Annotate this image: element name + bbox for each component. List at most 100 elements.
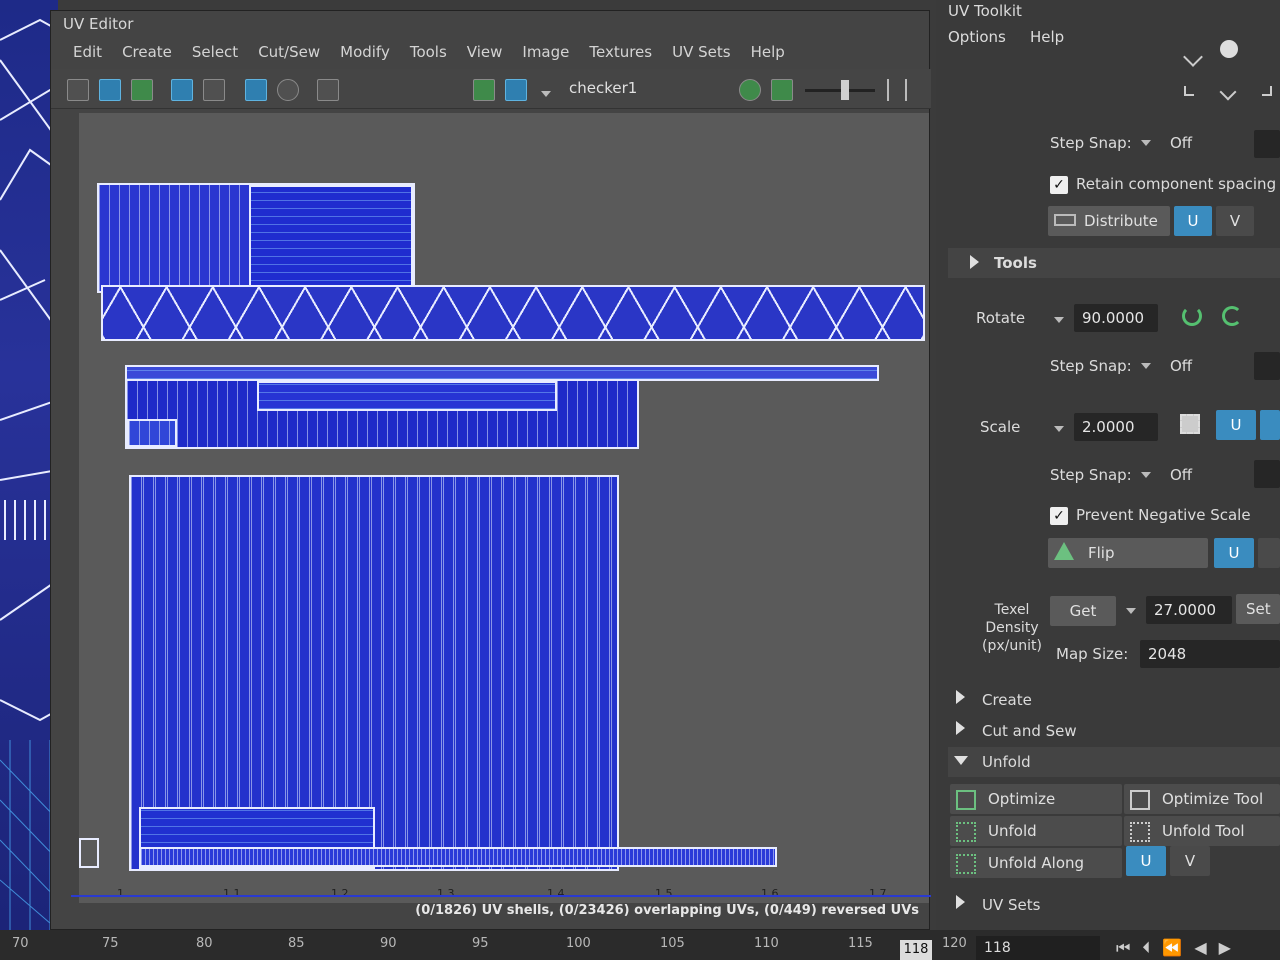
scale-v-button[interactable] [1260, 410, 1280, 440]
scale-step-snap-label: Step Snap: [1050, 466, 1132, 484]
menu-create[interactable]: Create [112, 37, 182, 67]
texel-value-field[interactable]: 27.0000 [1146, 596, 1232, 624]
texture-dropdown-arrow-icon[interactable] [541, 91, 551, 97]
menu-cut-sew[interactable]: Cut/Sew [248, 37, 330, 67]
ruler-label: 1.7 [869, 887, 887, 900]
prevent-negative-checkbox[interactable]: ✓ [1050, 507, 1068, 525]
distribute-u-button[interactable]: U [1174, 206, 1212, 236]
rotate-step-snap-dropdown-icon[interactable] [1141, 363, 1151, 369]
tools-expand-icon[interactable] [970, 255, 979, 269]
toolkit-menu-help[interactable]: Help [1030, 28, 1064, 46]
rotate-dropdown-icon[interactable] [1054, 317, 1064, 323]
texture-name[interactable]: checker1 [569, 79, 637, 97]
scale-value-field[interactable]: 2.0000 [1074, 413, 1158, 441]
scale-step-snap-dropdown-icon[interactable] [1141, 472, 1151, 478]
shaded-uv-icon[interactable] [171, 79, 193, 101]
gamma-icon[interactable] [771, 79, 793, 101]
unfold-collapse-icon[interactable] [954, 756, 968, 765]
step-snap-dropdown-icon[interactable] [1141, 140, 1151, 146]
scale-pivot-icon[interactable] [1180, 414, 1200, 434]
timeline-tick: 105 [660, 936, 685, 951]
uv-distortion-icon[interactable] [99, 79, 121, 101]
rotate-ccw-icon[interactable] [1182, 306, 1202, 326]
expand-icon[interactable] [887, 79, 907, 101]
chevron-down-icon[interactable] [1219, 83, 1237, 101]
scale-dropdown-icon[interactable] [1054, 426, 1064, 432]
step-snap-value[interactable]: Off [1170, 134, 1192, 152]
flip-v-button[interactable] [1258, 538, 1280, 568]
menu-image[interactable]: Image [512, 37, 579, 67]
rotate-value-field[interactable]: 90.0000 [1074, 304, 1158, 332]
menu-edit[interactable]: Edit [63, 37, 112, 67]
uv-editor-title: UV Editor [63, 15, 134, 33]
isolate-icon[interactable] [277, 79, 299, 101]
uv-shell[interactable] [127, 419, 177, 447]
flip-icon [1054, 542, 1074, 560]
texel-density-label: Texel Density (px/unit) [982, 602, 1042, 654]
uv-border-icon[interactable] [203, 79, 225, 101]
menu-select[interactable]: Select [182, 37, 248, 67]
menu-textures[interactable]: Textures [579, 37, 662, 67]
menu-modify[interactable]: Modify [330, 37, 400, 67]
status-divider [71, 895, 931, 897]
retain-spacing-checkbox[interactable]: ✓ [1050, 176, 1068, 194]
current-frame-marker[interactable]: 118 [900, 940, 932, 960]
exposure-slider-track[interactable] [805, 89, 875, 92]
uv-shell[interactable] [101, 285, 925, 341]
menu-help[interactable]: Help [741, 37, 795, 67]
menu-view[interactable]: View [457, 37, 513, 67]
unfold-along-u-button[interactable]: U [1126, 846, 1166, 876]
toolkit-menu-options[interactable]: Options [948, 28, 1006, 46]
rotate-step-field[interactable] [1254, 352, 1280, 380]
camera-icon[interactable] [317, 79, 339, 101]
uv-shell[interactable] [249, 185, 413, 291]
uv-shell[interactable] [79, 838, 99, 868]
unfold-section-label: Unfold [982, 753, 1031, 771]
uv-editor-window: UV Editor Edit Create Select Cut/Sew Mod… [50, 10, 931, 930]
move-down-right-icon[interactable] [1262, 86, 1272, 96]
texel-dropdown-icon[interactable] [1126, 608, 1136, 614]
uv-canvas[interactable]: 1 1.1 1.2 1.3 1.4 1.5 1.6 1.7 [79, 113, 929, 903]
step-snap-field[interactable] [1254, 130, 1280, 158]
timeline-tick: 115 [848, 936, 873, 951]
create-section-label[interactable]: Create [982, 691, 1032, 709]
pivot-icon[interactable] [1220, 40, 1238, 58]
timeline-tick: 75 [102, 936, 119, 951]
ruler-label: 1.1 [223, 887, 241, 900]
uv-shell[interactable] [139, 847, 777, 867]
uv-texture-icon[interactable] [131, 79, 153, 101]
exposure-icon[interactable] [739, 79, 761, 101]
checker-icon[interactable] [505, 79, 527, 101]
uv-shell[interactable] [257, 381, 557, 411]
grid-icon[interactable] [245, 79, 267, 101]
texel-get-button[interactable]: Get [1050, 596, 1116, 626]
scale-step-field[interactable] [1254, 460, 1280, 488]
cut-sew-section-label[interactable]: Cut and Sew [982, 722, 1077, 740]
scale-step-snap-value[interactable]: Off [1170, 466, 1192, 484]
move-down-left-icon[interactable] [1184, 86, 1194, 96]
image-display-icon[interactable] [473, 79, 495, 101]
menu-uv-sets[interactable]: UV Sets [662, 37, 740, 67]
map-size-field[interactable]: 2048 [1140, 640, 1280, 668]
uv-shell-icon[interactable] [67, 79, 89, 101]
rotate-cw-icon[interactable] [1222, 306, 1242, 326]
timeline[interactable]: 70 75 80 85 90 95 100 105 110 115 120 11… [0, 930, 1280, 960]
flip-u-button[interactable]: U [1214, 538, 1254, 568]
exposure-slider-handle[interactable] [841, 80, 849, 100]
uv-sets-section-label[interactable]: UV Sets [982, 896, 1040, 914]
ruler-label: 1.3 [437, 887, 455, 900]
unfold-along-v-button[interactable]: V [1170, 846, 1210, 876]
move-down-icon[interactable] [1183, 47, 1203, 67]
menu-tools[interactable]: Tools [400, 37, 457, 67]
playback-controls[interactable]: ⏮⏴⏪◀▶ [1116, 938, 1243, 958]
texel-set-button[interactable]: Set [1236, 594, 1280, 624]
tools-section-label: Tools [994, 254, 1037, 272]
map-size-label: Map Size: [1056, 645, 1129, 663]
cut-sew-expand-icon[interactable] [956, 721, 965, 735]
distribute-v-button[interactable]: V [1216, 206, 1254, 236]
rotate-step-snap-value[interactable]: Off [1170, 357, 1192, 375]
uv-sets-expand-icon[interactable] [956, 895, 965, 909]
create-expand-icon[interactable] [956, 690, 965, 704]
current-frame-field[interactable]: 118 [976, 936, 1100, 960]
scale-u-button[interactable]: U [1216, 410, 1256, 440]
